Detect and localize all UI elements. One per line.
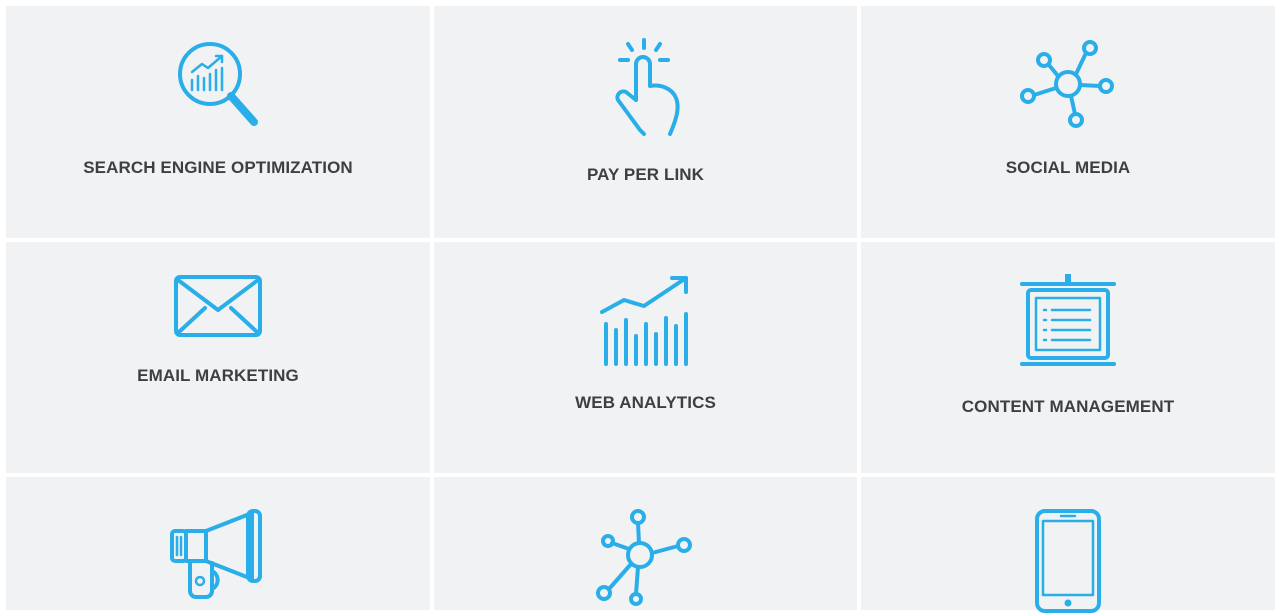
service-label: CONTENT MANAGEMENT	[961, 397, 1175, 416]
service-label: EMAIL MARKETING	[137, 366, 299, 385]
tap-finger-icon	[614, 38, 680, 136]
service-label: SOCIAL MEDIA	[1005, 158, 1131, 177]
presentation-board-icon	[1020, 274, 1116, 366]
service-label: PAY PER LINK	[586, 165, 705, 184]
service-tile-networking[interactable]	[434, 477, 857, 610]
service-label: SEARCH ENGINE OPTIMIZATION	[83, 158, 353, 177]
service-tile-pay-per-link[interactable]: PAY PER LINK	[434, 6, 857, 238]
network-nodes-icon	[1020, 40, 1114, 128]
service-tile-mobile[interactable]	[861, 477, 1275, 613]
growth-chart-icon	[599, 276, 688, 366]
service-tile-email-marketing[interactable]: EMAIL MARKETING	[6, 242, 430, 473]
service-tile-content-management[interactable]: CONTENT MANAGEMENT	[861, 242, 1275, 473]
service-label: WEB ANALYTICS	[575, 393, 716, 412]
services-grid: SEARCH ENGINE OPTIMIZATION PAY PER LINK	[0, 0, 1275, 613]
service-tile-web-analytics[interactable]: WEB ANALYTICS	[434, 242, 857, 473]
megaphone-icon	[170, 509, 262, 599]
smartphone-icon	[1035, 509, 1101, 613]
magnifier-chart-icon	[178, 42, 258, 126]
envelope-icon	[174, 275, 262, 337]
service-tile-social-media[interactable]: SOCIAL MEDIA	[861, 6, 1275, 238]
network-hub-icon	[595, 509, 692, 606]
service-tile-seo[interactable]: SEARCH ENGINE OPTIMIZATION	[6, 6, 430, 238]
service-tile-advertising[interactable]	[6, 477, 430, 610]
